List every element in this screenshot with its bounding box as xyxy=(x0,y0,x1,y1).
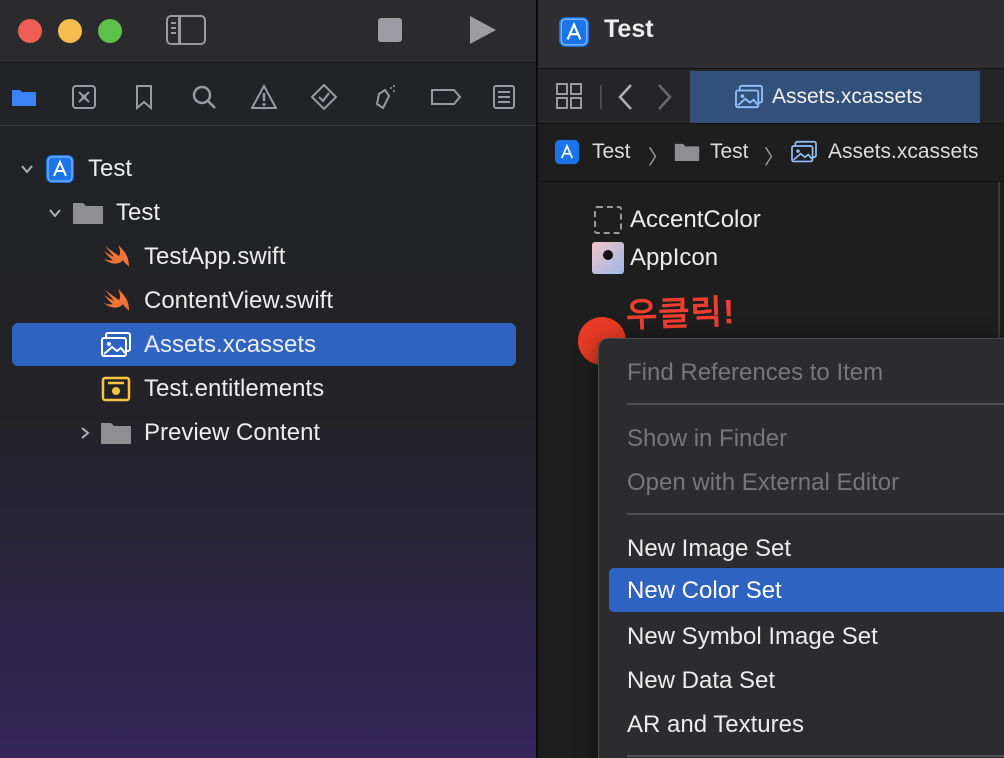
menu-item-open-external[interactable]: Open with External Editor xyxy=(599,460,1004,504)
folder-icon xyxy=(72,198,104,228)
editor-tab-bar: Assets.xcassets xyxy=(538,68,1004,124)
swift-file-icon xyxy=(100,242,132,272)
editor-tab-label: Assets.xcassets xyxy=(772,85,923,108)
annotation-text: 우클릭! xyxy=(625,293,736,335)
stop-icon[interactable] xyxy=(378,18,402,42)
folder-icon xyxy=(100,418,132,448)
menu-item-new-symbol-image-set[interactable]: New Symbol Image Set xyxy=(599,614,1004,658)
tree-row-file[interactable]: ContentView.swift xyxy=(12,279,516,322)
tree-row-label: Test xyxy=(116,198,161,226)
entitlements-icon xyxy=(100,374,132,404)
asset-name: AccentColor xyxy=(630,206,761,233)
tree-row-file[interactable]: Test.entitlements xyxy=(12,367,516,410)
tree-row-label: Preview Content xyxy=(144,418,321,446)
pane-edge xyxy=(998,182,1000,342)
swift-file-icon xyxy=(100,286,132,316)
app-project-icon xyxy=(44,154,76,184)
chevron-right-icon[interactable] xyxy=(654,83,674,111)
zoom-window-button[interactable] xyxy=(98,19,122,43)
chevron-down-icon[interactable] xyxy=(48,206,62,220)
asset-catalog-icon xyxy=(100,330,132,360)
search-icon[interactable] xyxy=(190,83,218,111)
source-control-icon[interactable] xyxy=(70,83,98,111)
chevron-left-icon[interactable] xyxy=(616,83,636,111)
breadcrumb-separator: 〉 xyxy=(648,147,668,169)
window-title-area: Test xyxy=(538,0,1004,68)
toolbar-separator xyxy=(600,85,602,109)
menu-item-find-references[interactable]: Find References to Item xyxy=(599,350,1004,394)
tree-row-label: Test xyxy=(88,154,133,182)
breadcrumb: Test 〉 Test 〉 Assets.xcassets xyxy=(538,124,1004,182)
warning-icon[interactable] xyxy=(250,83,278,111)
run-icon[interactable] xyxy=(470,16,496,44)
menu-separator xyxy=(627,755,1004,757)
folder-icon xyxy=(674,141,700,168)
tree-row-project[interactable]: Test xyxy=(12,147,516,190)
context-menu: Find References to Item Show in Finder O… xyxy=(598,338,1004,758)
sidebar-toggle-icon[interactable] xyxy=(166,15,206,45)
editor-tab-assets[interactable]: Assets.xcassets xyxy=(690,71,980,123)
tree-row-label: ContentView.swift xyxy=(144,286,333,314)
chevron-down-icon[interactable] xyxy=(20,162,34,176)
window-toolbar xyxy=(0,0,536,62)
tree-row-label: Test.entitlements xyxy=(144,374,325,402)
chevron-right-icon[interactable] xyxy=(78,426,92,440)
menu-separator xyxy=(627,513,1004,515)
navigator-tab-bar xyxy=(0,62,536,126)
asset-name: AppIcon xyxy=(630,244,719,271)
breadcrumb-separator: 〉 xyxy=(764,147,784,169)
breadcrumb-item[interactable]: Test xyxy=(592,140,631,164)
menu-item-new-color-set[interactable]: New Color Set xyxy=(609,568,1004,612)
menu-item-ar-textures[interactable]: AR and Textures xyxy=(599,702,1004,746)
close-window-button[interactable] xyxy=(18,19,42,43)
app-project-icon xyxy=(554,139,580,170)
tree-row-folder[interactable]: Test xyxy=(12,191,516,234)
breakpoint-icon[interactable] xyxy=(430,83,462,111)
tree-row-file-selected[interactable]: Assets.xcassets xyxy=(12,323,516,366)
breadcrumb-item[interactable]: Test xyxy=(710,140,749,164)
menu-separator xyxy=(627,403,1004,405)
tree-row-folder[interactable]: Preview Content xyxy=(12,411,516,454)
minimize-window-button[interactable] xyxy=(58,19,82,43)
menu-item-new-image-set[interactable]: New Image Set xyxy=(599,526,1004,570)
folder-icon[interactable] xyxy=(10,83,38,111)
bookmark-icon[interactable] xyxy=(130,83,158,111)
debug-icon[interactable] xyxy=(370,83,398,111)
color-set-icon xyxy=(594,206,622,234)
menu-item-show-in-finder[interactable]: Show in Finder xyxy=(599,416,1004,460)
test-icon[interactable] xyxy=(310,83,338,111)
asset-catalog-icon xyxy=(790,140,818,169)
navigator-pane: Test Test TestApp.swift ContentView.swif… xyxy=(0,0,536,758)
report-icon[interactable] xyxy=(490,83,518,111)
tree-row-file[interactable]: TestApp.swift xyxy=(12,235,516,278)
tree-row-label: Assets.xcassets xyxy=(144,330,317,358)
menu-item-new-data-set[interactable]: New Data Set xyxy=(599,658,1004,702)
grid-icon[interactable] xyxy=(556,83,582,109)
app-project-icon xyxy=(558,16,590,53)
breadcrumb-item[interactable]: Assets.xcassets xyxy=(828,140,979,164)
asset-catalog-icon xyxy=(734,84,764,115)
tree-row-label: TestApp.swift xyxy=(144,242,286,270)
app-icon-thumbnail xyxy=(592,242,624,274)
project-title: Test xyxy=(604,15,654,43)
